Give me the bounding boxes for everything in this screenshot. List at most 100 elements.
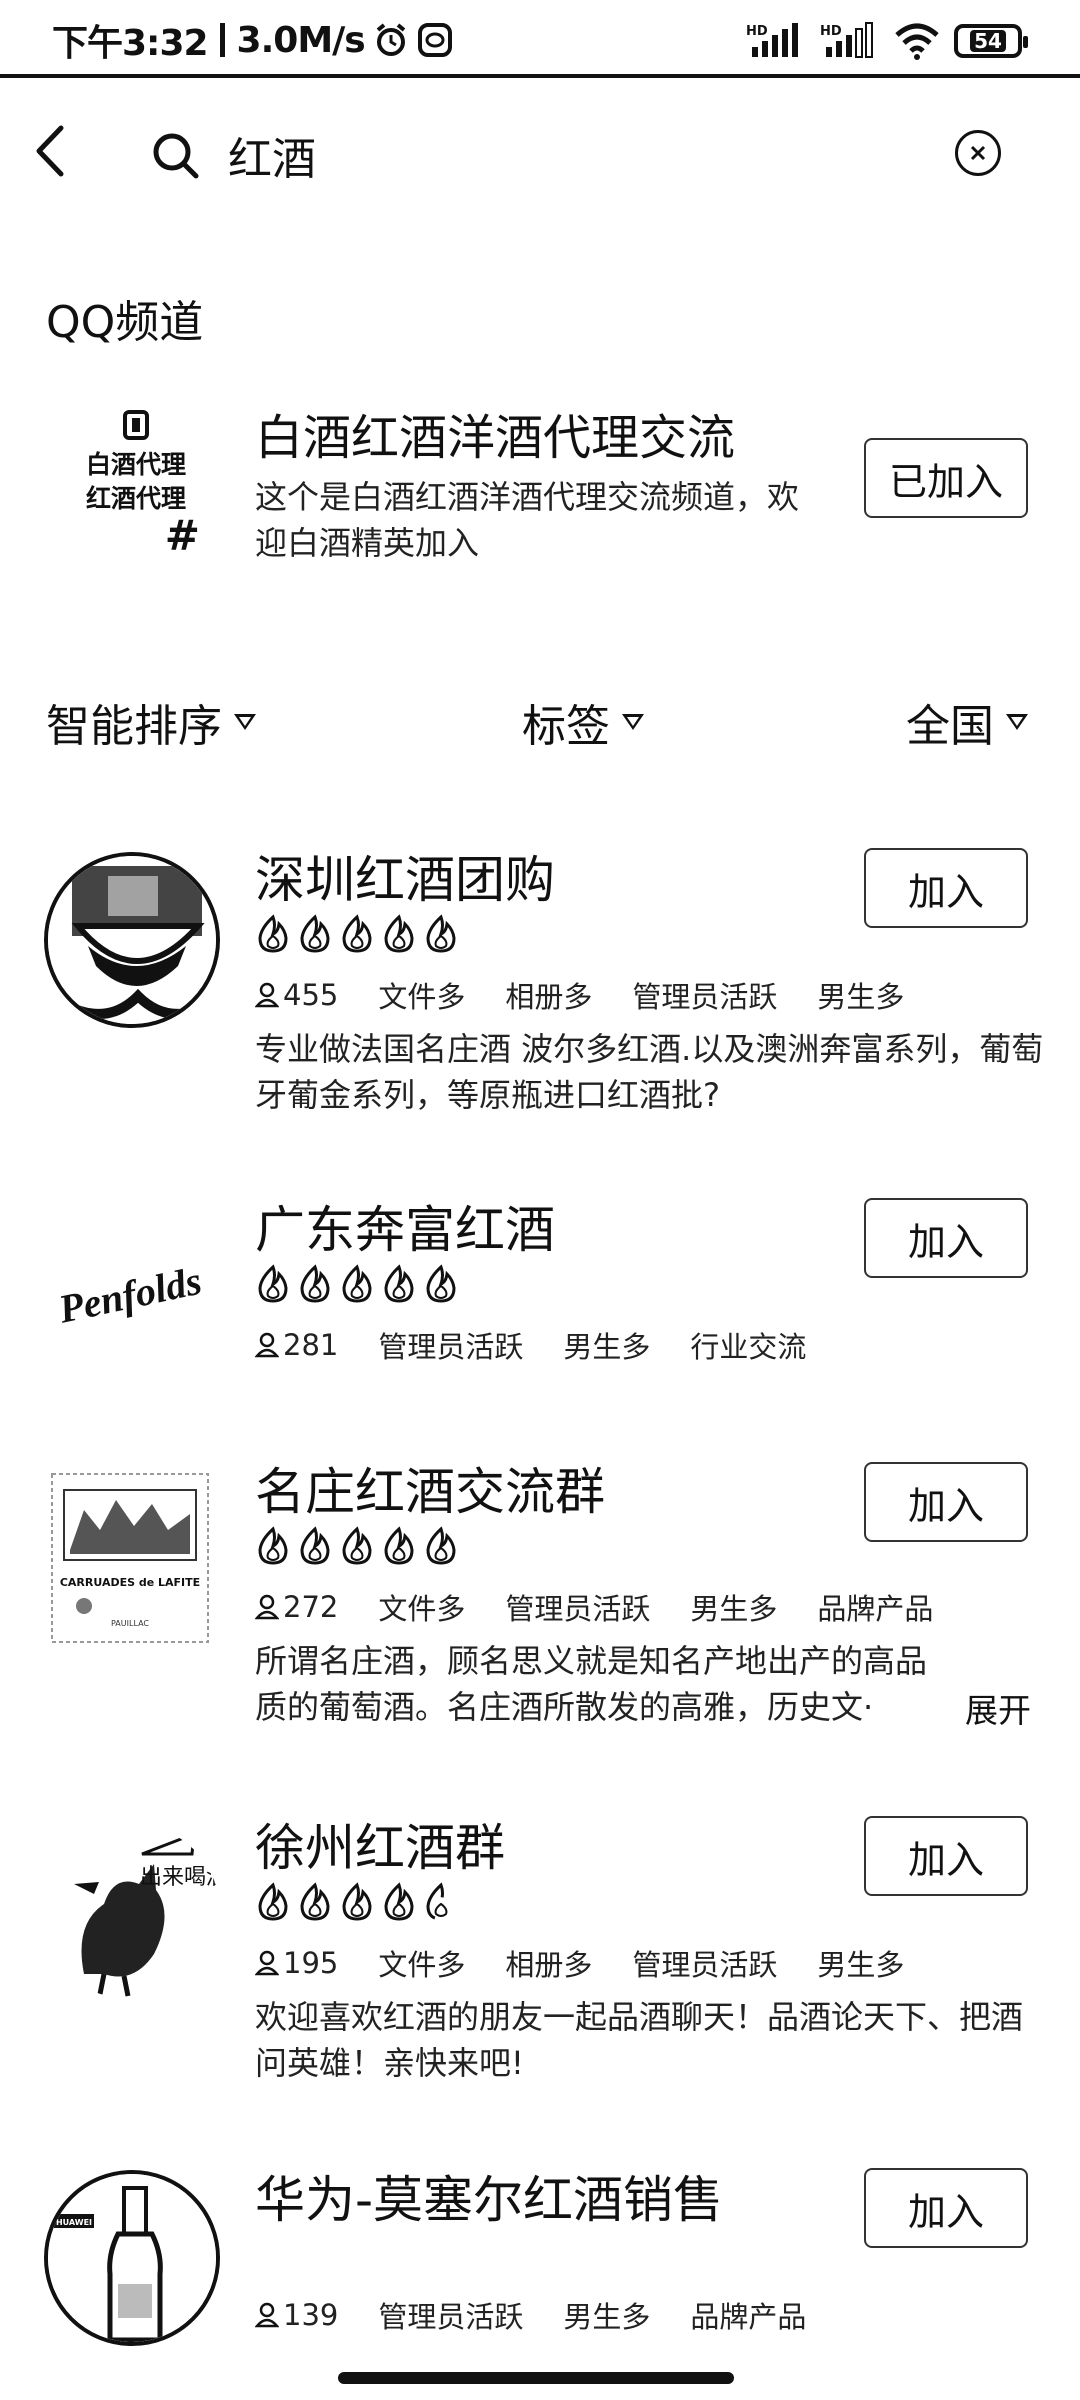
person-icon xyxy=(255,2302,279,2328)
member-count-value: 139 xyxy=(283,2298,339,2332)
filter-tags-label: 标签 xyxy=(522,701,610,752)
group-avatar: CARRUADES de LAFITE PAUILLAC xyxy=(44,1470,216,1646)
join-button[interactable]: 加入 xyxy=(864,1462,1028,1542)
group-rating xyxy=(255,1264,459,1304)
channel-logo-line1: 白酒代理 xyxy=(85,450,186,479)
joined-button[interactable]: 已加入 xyxy=(864,438,1028,518)
group-tag: 文件多 xyxy=(378,1592,466,1626)
group-tag: 管理员活跃 xyxy=(378,2300,524,2334)
group-tag: 管理员活跃 xyxy=(632,980,778,1014)
back-button[interactable] xyxy=(20,116,80,186)
member-count: 139 xyxy=(255,2298,338,2332)
section-title-channels: QQ频道 xyxy=(46,297,204,348)
close-icon xyxy=(970,145,986,161)
status-right: HD HD 54 xyxy=(746,20,1028,62)
group-tag: 管理员活跃 xyxy=(378,1330,524,1364)
member-count: 281 xyxy=(255,1328,338,1362)
brand-text: HUAWEI xyxy=(56,2218,92,2227)
group-avatar: HUAWEI xyxy=(44,2170,220,2346)
channel-description: 这个是白酒红酒洋酒代理交流频道，欢迎白酒精英加入 xyxy=(255,478,800,562)
group-tag: 品牌产品 xyxy=(690,2300,807,2334)
rooster-image: 出来喝酒 xyxy=(44,1824,220,2000)
group-item[interactable]: 深圳红酒团购 455 文件多 相册多 管理员活跃 男生多 专业做法国名庄酒 波尔… xyxy=(0,840,1080,1180)
flame-icon xyxy=(342,1882,372,1921)
group-tag: 管理员活跃 xyxy=(505,1592,651,1626)
filter-region[interactable]: 全国 xyxy=(906,690,1028,754)
group-tag: 男生多 xyxy=(690,1592,778,1626)
member-count-value: 272 xyxy=(283,1590,339,1624)
person-icon xyxy=(255,982,279,1008)
filter-sort[interactable]: 智能排序 xyxy=(46,690,256,754)
group-tag: 男生多 xyxy=(817,1948,905,1982)
penfolds-logo: Penfolds xyxy=(44,1208,220,1384)
search-input[interactable] xyxy=(228,120,928,190)
flame-icon xyxy=(258,914,288,953)
group-tag: 管理员活跃 xyxy=(632,1948,778,1982)
member-count: 195 xyxy=(255,1946,338,1980)
search-header xyxy=(0,100,1080,210)
person-icon xyxy=(255,1594,279,1620)
flame-icon xyxy=(258,1264,288,1303)
flame-icon xyxy=(258,1882,288,1921)
signal-hd-icon: HD xyxy=(746,23,798,57)
battery-icon: 54 xyxy=(954,24,1028,58)
status-separator xyxy=(219,23,225,57)
flame-icon xyxy=(426,914,456,953)
group-item[interactable]: Penfolds 广东奔富红酒 281 管理员活跃 男生多 行业交流 加入 xyxy=(0,1190,1080,1420)
flame-icon xyxy=(384,1882,414,1921)
group-avatar xyxy=(44,852,220,1028)
dropdown-arrow-icon xyxy=(622,714,644,730)
group-tags: 195 文件多 相册多 管理员活跃 男生多 xyxy=(255,1942,904,1984)
group-rating xyxy=(255,1526,459,1566)
group-rating xyxy=(255,1882,459,1922)
member-count-value: 455 xyxy=(283,978,339,1012)
group-name: 深圳红酒团购 xyxy=(255,851,555,909)
group-tag: 文件多 xyxy=(378,1948,466,1982)
join-button[interactable]: 加入 xyxy=(864,1816,1028,1896)
clear-search-button[interactable] xyxy=(955,130,1001,176)
member-count: 455 xyxy=(255,978,338,1012)
join-button[interactable]: 加入 xyxy=(864,2168,1028,2248)
group-rating xyxy=(255,914,459,954)
group-item[interactable]: 出来喝酒 徐州红酒群 195 文件多 相册多 管理员活跃 男生多 欢迎喜欢红酒的… xyxy=(0,1808,1080,2138)
group-description: 专业做法国名庄酒 波尔多红酒.以及澳洲奔富系列，葡萄牙葡金系列，等原瓶进口红酒批… xyxy=(255,1030,1044,1114)
group-avatar: 出来喝酒 xyxy=(44,1824,220,2000)
status-left: 下午3:32 3.0M/s xyxy=(52,18,453,64)
flame-icon xyxy=(300,914,330,953)
expand-link[interactable]: 展开 xyxy=(965,1684,1031,1732)
network-speed: 3.0M/s xyxy=(236,19,366,61)
flame-icon xyxy=(384,914,414,953)
join-button[interactable]: 加入 xyxy=(864,848,1028,928)
group-tag: 男生多 xyxy=(563,2300,651,2334)
label-subtext: PAUILLAC xyxy=(111,1619,149,1628)
svg-text:HD: HD xyxy=(820,24,842,39)
join-button[interactable]: 加入 xyxy=(864,1198,1028,1278)
flame-icon xyxy=(384,1526,414,1565)
channel-hash-icon: # xyxy=(164,511,200,560)
channel-item[interactable]: 白酒代理 红酒代理 # 白酒红酒洋酒代理交流 这个是白酒红酒洋酒代理交流频道，欢… xyxy=(0,390,1080,580)
wifi-icon xyxy=(895,23,939,60)
flame-icon xyxy=(300,1882,330,1921)
member-count-value: 195 xyxy=(283,1946,339,1980)
group-item[interactable]: HUAWEI 华为-莫塞尔红酒销售 139 管理员活跃 男生多 品牌产品 加入 xyxy=(0,2160,1080,2380)
wine-glass-image xyxy=(48,856,216,1024)
group-name: 名庄红酒交流群 xyxy=(255,1463,605,1521)
channel-logo-mark xyxy=(66,408,206,448)
signal-hd-icon-2: HD xyxy=(820,22,873,58)
group-item[interactable]: CARRUADES de LAFITE PAUILLAC 名庄红酒交流群 272… xyxy=(0,1452,1080,1782)
filter-tags[interactable]: 标签 xyxy=(522,690,644,754)
status-bar: 下午3:32 3.0M/s HD HD 54 xyxy=(0,0,1080,78)
filter-bar: 智能排序 标签 全国 xyxy=(0,690,1080,760)
alarm-icon xyxy=(376,23,406,56)
group-name: 徐州红酒群 xyxy=(255,1819,505,1877)
flame-icon xyxy=(342,1264,372,1303)
home-indicator[interactable] xyxy=(338,2372,734,2384)
member-count: 272 xyxy=(255,1590,338,1624)
flame-icon xyxy=(258,1526,288,1565)
flame-icon xyxy=(300,1264,330,1303)
carruades-label-image: CARRUADES de LAFITE PAUILLAC xyxy=(51,1473,209,1643)
battery-level: 54 xyxy=(970,30,1006,52)
group-tag: 品牌产品 xyxy=(817,1592,934,1626)
flame-icon xyxy=(426,1264,456,1303)
group-tag: 文件多 xyxy=(378,980,466,1014)
